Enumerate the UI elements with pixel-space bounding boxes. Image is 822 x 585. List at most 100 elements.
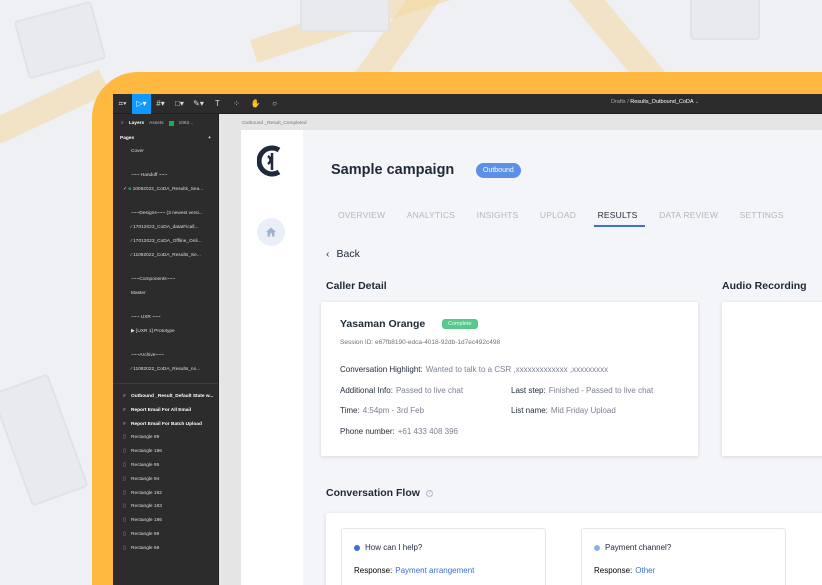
page-item-current[interactable]: ✓ ■ 10062022_CoDA_Results_Sea... xyxy=(113,183,218,197)
hand-tool-icon[interactable]: ✋ xyxy=(246,94,265,114)
caller-name: Yasaman Orange xyxy=(340,318,426,330)
layer-item[interactable]: ▯ Rectangle 183 xyxy=(113,500,218,514)
layer-item[interactable]: ▯ Rectangle 186 xyxy=(113,514,218,528)
layer-item[interactable]: # Outbound _Result_Default State w... xyxy=(113,390,218,404)
shape-tool-icon[interactable]: □▾ xyxy=(170,94,189,114)
step-dot-icon xyxy=(354,544,360,551)
audio-recording-card xyxy=(722,302,822,456)
rectangle-icon: ▯ xyxy=(123,531,126,537)
flow-question: How can I help? xyxy=(354,543,422,552)
page-item[interactable]: ⁄ 11082022_CoDA_Results_no... xyxy=(113,363,218,377)
flow-step-card[interactable]: How can I help? Response: Payment arrange… xyxy=(341,528,546,585)
page-item[interactable]: ⁄ 11082022_CoDA_Results_Se... xyxy=(113,249,218,263)
rectangle-icon: ▯ xyxy=(123,462,126,468)
tab-results[interactable]: RESULTS xyxy=(593,210,645,227)
campaign-title: Sample campaign xyxy=(331,162,455,178)
page-item[interactable]: ~~~Archive~~~ xyxy=(113,349,218,363)
chevron-down-icon: ⌄ xyxy=(694,99,700,105)
layer-item[interactable]: ▯ Rectangle 186 xyxy=(113,445,218,459)
page-item[interactable]: ~~~ Handoff ~~~ xyxy=(113,169,218,183)
page-item[interactable]: ⁄ 17012023_CoDA_Offline_Onli... xyxy=(113,235,218,249)
figma-canvas[interactable]: Outbound _Result_Completed Sample campai… xyxy=(219,114,822,585)
page-item[interactable]: ~~~ UXR ~~~ xyxy=(113,311,218,325)
tab-overview[interactable]: OVERVIEW xyxy=(338,210,385,220)
layer-item[interactable]: ▯ Rectangle 182 xyxy=(113,487,218,501)
conversation-flow-title: Conversation Flow? xyxy=(326,487,433,499)
layer-item[interactable]: # Report Email For Batch Upload xyxy=(113,418,218,432)
call-time: Time: 4:54pm - 3rd Feb xyxy=(340,406,425,415)
frame-tool-icon[interactable]: #▾ xyxy=(151,94,170,114)
move-tool-icon[interactable]: ▷▾ xyxy=(132,94,151,114)
comment-tool-icon[interactable]: ○ xyxy=(265,94,284,114)
audio-recording-title: Audio Recording xyxy=(722,280,807,292)
caller-detail-title: Caller Detail xyxy=(326,280,387,292)
list-name: List name: Mid Friday Upload xyxy=(511,406,616,415)
conversation-flow-panel: How can I help? Response: Payment arrange… xyxy=(326,513,822,585)
tab-data-review[interactable]: DATA REVIEW xyxy=(659,210,718,220)
pen-tool-icon[interactable]: ✎▾ xyxy=(189,94,208,114)
page-item[interactable]: ~~~Components~~~ xyxy=(113,273,218,287)
step-dot-icon xyxy=(594,544,600,551)
page-item[interactable]: Cover xyxy=(113,145,218,159)
figma-window: ⌗▾ ▷▾ #▾ □▾ ✎▾ T ⁘ ✋ ○ Drafts / Results_… xyxy=(113,94,822,585)
frame-icon: # xyxy=(123,394,126,399)
current-page-short[interactable]: 1062... xyxy=(179,121,194,126)
last-step: Last step: Finished - Passed to live chat xyxy=(511,386,654,395)
phone-number: Phone number: +61 433 408 396 xyxy=(340,427,458,436)
flow-step-card[interactable]: Payment channel? Response: Other xyxy=(581,528,786,585)
layer-item[interactable]: ▯ Rectangle 98 xyxy=(113,542,218,556)
search-icon[interactable]: ⌕ xyxy=(121,120,124,126)
page-item[interactable]: ▶ [UXR 1] Prototype xyxy=(113,325,218,339)
rectangle-icon: ▯ xyxy=(123,449,126,455)
flow-question: Payment channel? xyxy=(594,543,671,552)
caller-detail-card: Yasaman Orange Complete Session ID: e67f… xyxy=(321,302,698,456)
home-button[interactable] xyxy=(257,218,285,246)
rectangle-icon: ▯ xyxy=(123,435,126,441)
tab-settings[interactable]: SETTINGS xyxy=(740,210,784,220)
layer-item[interactable]: ▯ Rectangle 94 xyxy=(113,473,218,487)
add-page-button[interactable]: + xyxy=(208,136,211,141)
rectangle-icon: ▯ xyxy=(123,545,126,551)
layer-item[interactable]: ▯ Rectangle 99 xyxy=(113,431,218,445)
layers-panel: ⌕ Layers Assets 1062... Pages + Cover ~~… xyxy=(113,114,219,585)
rectangle-icon: ▯ xyxy=(123,490,126,496)
app-sidebar xyxy=(241,130,303,585)
tab-analytics[interactable]: ANALYTICS xyxy=(407,210,455,220)
flow-response: Response: Other xyxy=(594,566,656,575)
status-badge: Complete xyxy=(442,319,478,329)
frame-icon: # xyxy=(123,407,126,413)
back-button[interactable]: ‹ Back xyxy=(326,248,360,260)
home-icon xyxy=(266,227,276,237)
tab-assets[interactable]: Assets xyxy=(149,121,163,126)
figma-menu-icon[interactable]: ⌗▾ xyxy=(113,94,132,114)
frame-label[interactable]: Outbound _Result_Completed xyxy=(242,121,307,126)
campaign-tabs: OVERVIEW ANALYTICS INSIGHTS UPLOAD RESUL… xyxy=(338,210,805,227)
layer-item[interactable]: ▯ Rectangle 99 xyxy=(113,528,218,542)
file-name: Results_Outbound_CoDA xyxy=(630,99,694,105)
pages-heading: Pages xyxy=(120,136,135,141)
app-frame: Sample campaign Outbound OVERVIEW ANALYT… xyxy=(241,130,822,585)
page-color-icon xyxy=(168,120,174,126)
page-item[interactable]: Master xyxy=(113,287,218,301)
layer-item[interactable]: ▯ Rectangle 95 xyxy=(113,459,218,473)
tab-insights[interactable]: INSIGHTS xyxy=(477,210,519,220)
chevron-left-icon: ‹ xyxy=(326,248,330,260)
additional-info: Additional Info: Passed to live chat xyxy=(340,386,464,395)
text-tool-icon[interactable]: T xyxy=(208,94,227,114)
session-id: Session ID: e67fb8190-edca-4018-92db-1d7… xyxy=(340,339,501,346)
tab-upload[interactable]: UPLOAD xyxy=(540,210,576,220)
page-item[interactable]: ~~~Designs~~~ (3 newest versi... xyxy=(113,207,218,221)
rectangle-icon: ▯ xyxy=(123,504,126,510)
tab-layers[interactable]: Layers xyxy=(129,121,144,126)
rectangle-icon: ▯ xyxy=(123,476,126,482)
help-icon[interactable]: ? xyxy=(425,489,433,497)
rectangle-icon: ▯ xyxy=(123,518,126,524)
resources-icon[interactable]: ⁘ xyxy=(227,94,246,114)
conversation-highlight: Conversation Highlight: Wanted to talk to… xyxy=(340,365,609,374)
frame-icon: # xyxy=(123,421,126,427)
figma-toolbar: ⌗▾ ▷▾ #▾ □▾ ✎▾ T ⁘ ✋ ○ Drafts / Results_… xyxy=(113,94,822,114)
brand-logo-icon xyxy=(257,145,281,177)
file-breadcrumb[interactable]: Drafts / Results_Outbound_CoDA ⌄ xyxy=(611,99,699,105)
page-item[interactable]: ⁄ 17012023_CoDA_dataIFicall... xyxy=(113,221,218,235)
layer-item[interactable]: # Report Email For All Email xyxy=(113,404,218,418)
